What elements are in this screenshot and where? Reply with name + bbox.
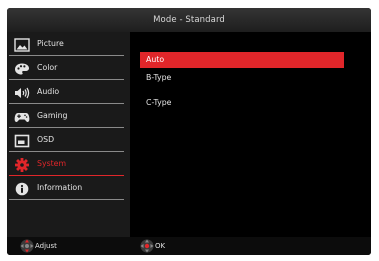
osd-menu: Mode - Standard Picture Color Audio Gami… <box>7 8 371 255</box>
dpad-ok-icon <box>139 238 155 254</box>
options-panel: Auto B-Type C-Type <box>130 32 371 237</box>
sidebar-item-label: Picture <box>37 39 64 48</box>
osd-screen: Mode - Standard Picture Color Audio Gami… <box>0 0 379 261</box>
sidebar-item-label: Information <box>37 183 83 192</box>
sidebar-item-gaming[interactable]: Gaming <box>7 104 124 128</box>
sidebar-item-label: Color <box>37 63 58 72</box>
divider <box>9 199 124 200</box>
osd-window-icon <box>14 133 30 148</box>
dpad-adjust-icon <box>19 238 35 254</box>
ok-label: OK <box>155 242 166 250</box>
sidebar-item-audio[interactable]: Audio <box>7 80 124 104</box>
mode-header: Mode - Standard <box>7 8 371 32</box>
ok-hint: OK <box>139 237 189 255</box>
sidebar-item-label: System <box>37 159 67 168</box>
footer-hints: Adjust OK <box>7 237 371 255</box>
sidebar-item-label: OSD <box>37 135 55 144</box>
picture-icon <box>14 37 30 52</box>
option-c-type[interactable]: C-Type <box>140 95 344 111</box>
sidebar-item-label: Audio <box>37 87 60 96</box>
sidebar: Picture Color Audio Gaming OSD System In… <box>7 32 130 237</box>
sidebar-item-picture[interactable]: Picture <box>7 32 124 56</box>
option-b-type[interactable]: B-Type <box>140 70 344 86</box>
gamepad-icon <box>14 109 30 123</box>
gear-icon <box>14 157 30 172</box>
color-palette-icon <box>14 61 30 75</box>
option-auto[interactable]: Auto <box>140 52 344 68</box>
info-icon <box>14 181 30 196</box>
sidebar-item-osd[interactable]: OSD <box>7 128 124 152</box>
sidebar-item-color[interactable]: Color <box>7 56 124 80</box>
adjust-hint: Adjust <box>19 237 79 255</box>
page-title: Mode - Standard <box>153 15 225 25</box>
sidebar-item-system[interactable]: System <box>7 152 124 176</box>
sidebar-item-label: Gaming <box>37 111 68 120</box>
adjust-label: Adjust <box>35 242 57 250</box>
sidebar-item-information[interactable]: Information <box>7 176 124 200</box>
speaker-icon <box>14 85 30 99</box>
